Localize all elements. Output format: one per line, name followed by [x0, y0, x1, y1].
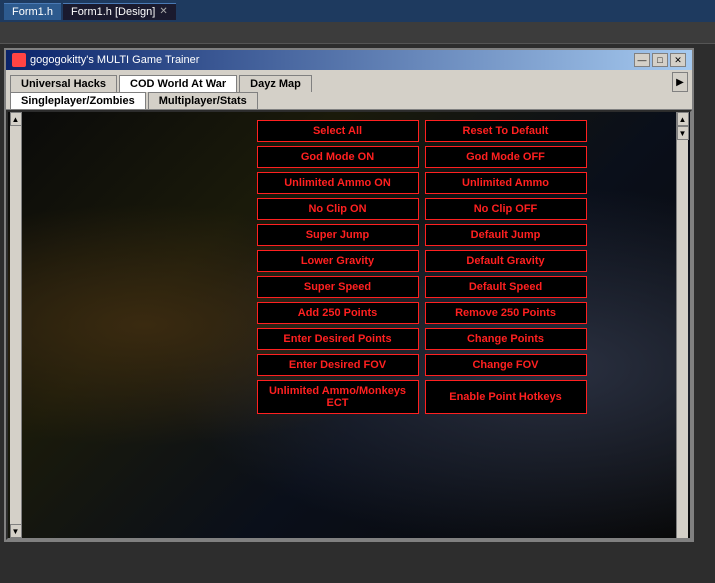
app-title: gogogokitty's MULTI Game Trainer [30, 54, 199, 66]
app-window: gogogokitty's MULTI Game Trainer — □ ✕ U… [4, 48, 694, 542]
scroll-down-arrow[interactable]: ▼ [10, 524, 22, 538]
super-speed-button[interactable]: Super Speed [257, 276, 419, 298]
game-panel: ▲ ▼ Select All Reset To Default God Mode… [6, 110, 692, 540]
app-titlebar: gogogokitty's MULTI Game Trainer — □ ✕ [6, 50, 692, 70]
sub-tab-row: Singleplayer/Zombies Multiplayer/Stats [6, 92, 692, 110]
select-all-button[interactable]: Select All [257, 120, 419, 142]
left-scrollbar: ▲ ▼ [10, 112, 22, 538]
enter-desired-points-button[interactable]: Enter Desired Points [257, 328, 419, 350]
enter-desired-fov-button[interactable]: Enter Desired FOV [257, 354, 419, 376]
btn-row-0: Select All Reset To Default [163, 120, 680, 142]
titlebar-controls: — □ ✕ [634, 53, 686, 67]
tab-dayz-map[interactable]: Dayz Map [239, 75, 312, 92]
unlimited-ammo-on-button[interactable]: Unlimited Ammo ON [257, 172, 419, 194]
add-250-points-button[interactable]: Add 250 Points [257, 302, 419, 324]
tab-universal-hacks[interactable]: Universal Hacks [10, 75, 117, 92]
ide-tab-formh-design[interactable]: Form1.h [Design] ✕ [63, 3, 176, 20]
btn-row-7: Add 250 Points Remove 250 Points [163, 302, 680, 324]
btn-row-1: God Mode ON God Mode OFF [163, 146, 680, 168]
ide-topbar: Form1.h Form1.h [Design] ✕ [0, 0, 715, 22]
change-fov-button[interactable]: Change FOV [425, 354, 587, 376]
btn-row-6: Super Speed Default Speed [163, 276, 680, 298]
btn-row-9: Enter Desired FOV Change FOV [163, 354, 680, 376]
btn-row-10: Unlimited Ammo/Monkeys ECT Enable Point … [163, 380, 680, 414]
tab-cod-world-at-war[interactable]: COD World At War [119, 75, 237, 92]
btn-row-2: Unlimited Ammo ON Unlimited Ammo [163, 172, 680, 194]
default-gravity-button[interactable]: Default Gravity [425, 250, 587, 272]
enable-point-hotkeys-button[interactable]: Enable Point Hotkeys [425, 380, 587, 414]
super-jump-button[interactable]: Super Jump [257, 224, 419, 246]
scroll-up-arrow[interactable]: ▲ [10, 112, 22, 126]
change-points-button[interactable]: Change Points [425, 328, 587, 350]
btn-row-4: Super Jump Default Jump [163, 224, 680, 246]
main-tab-row: Universal Hacks COD World At War Dayz Ma… [6, 70, 692, 92]
unlimited-ammo-button[interactable]: Unlimited Ammo [425, 172, 587, 194]
tab-singleplayer-zombies[interactable]: Singleplayer/Zombies [10, 92, 146, 109]
titlebar-left: gogogokitty's MULTI Game Trainer [12, 53, 199, 67]
btn-row-5: Lower Gravity Default Gravity [163, 250, 680, 272]
default-speed-button[interactable]: Default Speed [425, 276, 587, 298]
scroll-right-up[interactable]: ▲ [677, 112, 689, 126]
god-mode-off-button[interactable]: God Mode OFF [425, 146, 587, 168]
default-jump-button[interactable]: Default Jump [425, 224, 587, 246]
buttons-container: Select All Reset To Default God Mode ON … [163, 120, 680, 414]
btn-row-8: Enter Desired Points Change Points [163, 328, 680, 350]
close-icon[interactable]: ✕ [159, 6, 167, 17]
reset-to-default-button[interactable]: Reset To Default [425, 120, 587, 142]
remove-250-points-button[interactable]: Remove 250 Points [425, 302, 587, 324]
no-clip-on-button[interactable]: No Clip ON [257, 198, 419, 220]
maximize-button[interactable]: □ [652, 53, 668, 67]
scroll-right-down[interactable]: ▼ [677, 126, 689, 140]
app-icon [12, 53, 26, 67]
tab-scroll-arrow[interactable]: ▶ [672, 72, 688, 92]
god-mode-on-button[interactable]: God Mode ON [257, 146, 419, 168]
ide-tab-formh[interactable]: Form1.h [4, 3, 61, 20]
ide-toolbar [0, 22, 715, 44]
minimize-button[interactable]: — [634, 53, 650, 67]
right-scrollbar: ▲ ▼ [676, 112, 688, 538]
no-clip-off-button[interactable]: No Clip OFF [425, 198, 587, 220]
lower-gravity-button[interactable]: Lower Gravity [257, 250, 419, 272]
btn-row-3: No Clip ON No Clip OFF [163, 198, 680, 220]
tab-multiplayer-stats[interactable]: Multiplayer/Stats [148, 92, 258, 109]
unlimited-ammo-monkeys-button[interactable]: Unlimited Ammo/Monkeys ECT [257, 380, 419, 414]
close-button[interactable]: ✕ [670, 53, 686, 67]
